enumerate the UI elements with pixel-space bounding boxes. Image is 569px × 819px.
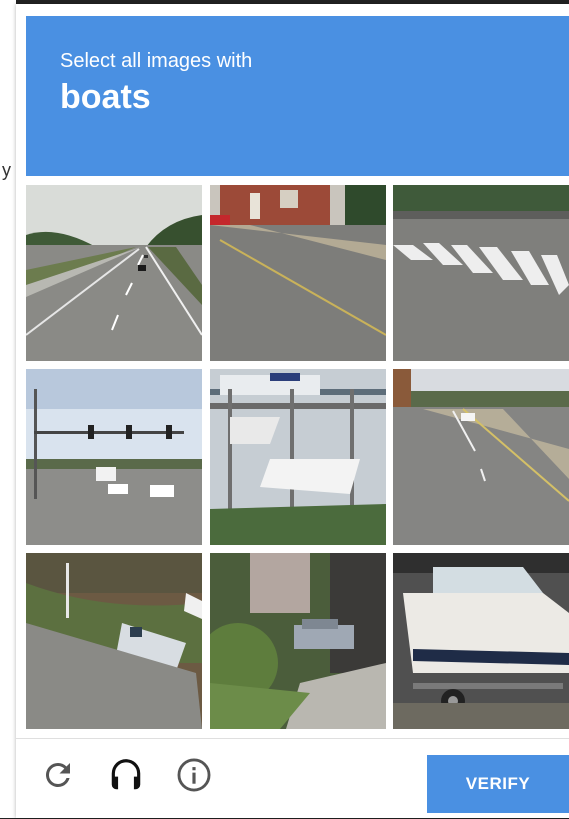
captcha-header: Select all images with boats	[26, 16, 569, 176]
image-tile-9[interactable]	[393, 553, 569, 729]
image-tile-7[interactable]	[26, 553, 202, 729]
city-street-image	[393, 369, 569, 545]
highway-image	[26, 185, 202, 361]
background-page-text: y	[2, 160, 11, 180]
image-tile-3[interactable]	[393, 185, 569, 361]
boat-rack-image	[210, 369, 386, 545]
verify-button[interactable]: VERIFY	[427, 755, 569, 813]
street-building-image	[210, 185, 386, 361]
captcha-dialog: Select all images with boats VERIFY	[16, 4, 569, 818]
boat-trailer-image	[393, 553, 569, 729]
target-object-text: boats	[60, 78, 151, 116]
intersection-image	[26, 369, 202, 545]
info-icon	[177, 758, 211, 792]
instruction-text: Select all images with	[60, 50, 253, 72]
captcha-footer: VERIFY	[16, 738, 569, 819]
image-tile-2[interactable]	[210, 185, 386, 361]
image-tile-4[interactable]	[26, 369, 202, 545]
boat-embankment-image	[26, 553, 202, 729]
image-tile-8[interactable]	[210, 553, 386, 729]
image-tile-1[interactable]	[26, 185, 202, 361]
crosswalk-image	[393, 185, 569, 361]
reload-button[interactable]	[36, 753, 80, 797]
image-grid	[26, 185, 569, 729]
image-tile-5[interactable]	[210, 369, 386, 545]
help-button[interactable]	[172, 753, 216, 797]
background-page	[0, 0, 16, 818]
reload-icon	[45, 763, 70, 787]
headphones-icon	[111, 759, 141, 790]
parked-car-image	[210, 553, 386, 729]
audio-challenge-button[interactable]	[104, 753, 148, 797]
image-tile-6[interactable]	[393, 369, 569, 545]
